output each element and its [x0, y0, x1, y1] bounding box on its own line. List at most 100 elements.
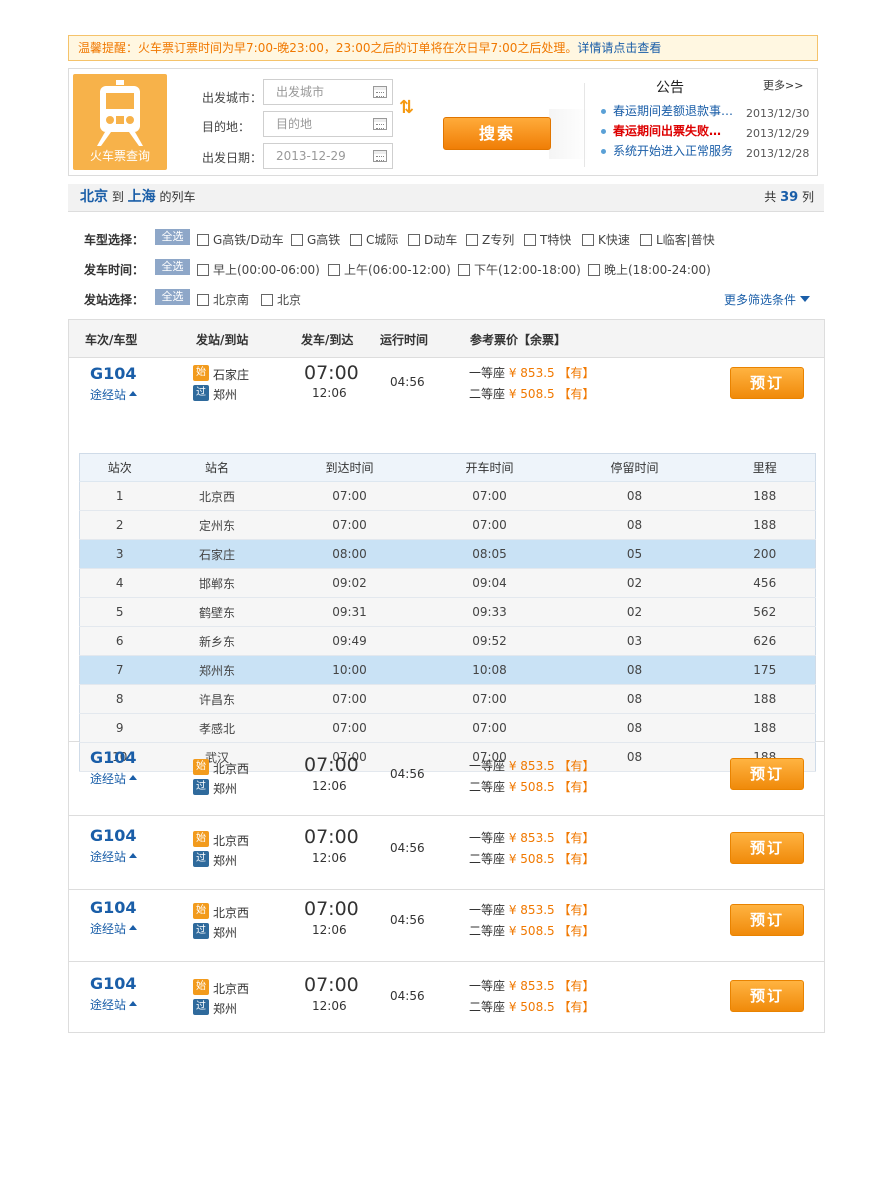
- type-option[interactable]: Z专列: [466, 231, 514, 248]
- announcement-item[interactable]: 春运期间出票失败…: [601, 121, 721, 141]
- train-code[interactable]: G104: [90, 826, 137, 845]
- time-option[interactable]: 早上(00:00-06:00): [197, 261, 320, 278]
- option-label: 下午(12:00-18:00): [474, 263, 581, 277]
- arrive-time: 12:06: [312, 923, 347, 937]
- stop-cell-stay: 02: [554, 597, 715, 627]
- from-city-input[interactable]: 出发城市: [263, 79, 393, 105]
- stop-cell-name: 许昌东: [159, 684, 275, 714]
- calendar-icon[interactable]: [373, 86, 387, 98]
- book-button[interactable]: 预订: [730, 832, 804, 864]
- type-select-all-button[interactable]: 全选: [155, 229, 190, 245]
- via-stations-toggle[interactable]: 途经站: [90, 770, 137, 787]
- time-option[interactable]: 下午(12:00-18:00): [458, 261, 581, 278]
- list-header: 车次/车型 发站/到站 发车/到达 运行时间 参考票价【余票】: [69, 320, 824, 358]
- book-button[interactable]: 预订: [730, 904, 804, 936]
- seat-second: 二等座 ¥ 508.5 【有】: [469, 998, 595, 1015]
- seat-second: 二等座 ¥ 508.5 【有】: [469, 778, 595, 795]
- result-count: 共 39 列: [764, 184, 814, 211]
- stop-cell-name: 新乡东: [159, 626, 275, 656]
- result-suffix: 的列车: [159, 190, 196, 204]
- stop-cell-name: 邯郸东: [159, 568, 275, 598]
- swap-icon[interactable]: ⇅: [399, 97, 414, 118]
- stops-body: 1 北京西 07:00 07:00 08 188 2 定州东 07:00 07:00 08 188 3 石…: [79, 481, 816, 772]
- stop-row: 6 新乡东 09:49 09:52 03 626: [79, 626, 816, 656]
- time-select-all-button[interactable]: 全选: [155, 259, 190, 275]
- type-option[interactable]: G高铁: [291, 231, 340, 248]
- checkbox[interactable]: [328, 263, 340, 276]
- checkbox[interactable]: [640, 233, 652, 246]
- duration: 04:56: [390, 375, 425, 389]
- checkbox[interactable]: [197, 263, 209, 276]
- station-filter-label: 发站选择：: [84, 293, 145, 307]
- seat-price: ¥ 853.5: [508, 979, 555, 993]
- type-option[interactable]: G高铁/D动车: [197, 231, 284, 248]
- via-stations-toggle[interactable]: 途经站: [90, 848, 137, 865]
- stop-row: 9 孝感北 07:00 07:00 08 188: [79, 713, 816, 743]
- station-option[interactable]: 北京: [261, 291, 301, 308]
- more-filters-link[interactable]: 更多筛选条件: [724, 291, 810, 308]
- date-input[interactable]: 2013-12-29: [263, 143, 393, 169]
- checkbox[interactable]: [582, 233, 594, 246]
- option-label: L临客|普快: [656, 233, 715, 247]
- stop-cell-no: 2: [79, 510, 160, 540]
- from-city: 北京: [80, 189, 108, 205]
- to-label: 目的地：: [202, 120, 251, 134]
- book-button[interactable]: 预订: [730, 980, 804, 1012]
- checkbox[interactable]: [524, 233, 536, 246]
- checkbox[interactable]: [458, 263, 470, 276]
- station-option[interactable]: 北京南: [197, 291, 249, 308]
- announcement-item[interactable]: 系统开始进入正常服务: [601, 141, 733, 161]
- stop-cell-km: 188: [714, 510, 816, 540]
- calendar-icon[interactable]: [373, 150, 387, 162]
- start-badge: 始: [193, 831, 209, 847]
- to-city-input[interactable]: 目的地: [263, 111, 393, 137]
- book-button[interactable]: 预订: [730, 758, 804, 790]
- via-stations-toggle[interactable]: 途经站: [90, 920, 137, 937]
- seat-first: 一等座 ¥ 853.5 【有】: [469, 757, 595, 774]
- checkbox[interactable]: [197, 293, 209, 306]
- checkbox[interactable]: [291, 233, 303, 246]
- notice-label: 温馨提醒：: [78, 41, 139, 55]
- announcement-title: 公告: [656, 80, 684, 96]
- via-stations-toggle[interactable]: 途经站: [90, 996, 137, 1013]
- time-option[interactable]: 上午(06:00-12:00): [328, 261, 451, 278]
- seat-price: ¥ 508.5: [508, 780, 555, 794]
- seat-second: 二等座 ¥ 508.5 【有】: [469, 922, 595, 939]
- depart-time: 07:00: [304, 754, 359, 776]
- end-station: 郑州: [213, 926, 238, 940]
- book-button[interactable]: 预订: [730, 367, 804, 399]
- checkbox[interactable]: [466, 233, 478, 246]
- type-option[interactable]: K快速: [582, 231, 630, 248]
- seat-name: 一等座: [469, 903, 506, 917]
- seat-availability: 【有】: [558, 831, 595, 845]
- type-option[interactable]: D动车: [408, 231, 457, 248]
- announcement-more-link[interactable]: 更多>>: [763, 77, 803, 93]
- depart-time: 07:00: [304, 362, 359, 384]
- stop-cell-stay: 08: [554, 684, 715, 714]
- type-option[interactable]: C城际: [350, 231, 398, 248]
- stop-cell-arr: 07:00: [274, 713, 425, 743]
- checkbox[interactable]: [197, 233, 209, 246]
- logo-label: 火车票查询: [89, 149, 150, 163]
- checkbox[interactable]: [350, 233, 362, 246]
- stop-cell-dep: 09:04: [424, 568, 555, 598]
- time-option[interactable]: 晚上(18:00-24:00): [588, 261, 711, 278]
- search-button[interactable]: 搜索: [443, 117, 551, 150]
- train-code[interactable]: G104: [90, 364, 137, 383]
- announcement-item[interactable]: 春运期间差额退款事…: [601, 101, 733, 121]
- calendar-icon[interactable]: [373, 118, 387, 130]
- train-code[interactable]: G104: [90, 898, 137, 917]
- via-stations-toggle[interactable]: 途经站: [90, 386, 137, 403]
- notice-detail-link[interactable]: 详情请点击查看: [577, 41, 661, 55]
- stops-header: 到达时间: [274, 453, 425, 482]
- seat-name: 二等座: [469, 780, 506, 794]
- train-code[interactable]: G104: [90, 748, 137, 767]
- checkbox[interactable]: [408, 233, 420, 246]
- station-select-all-button[interactable]: 全选: [155, 289, 190, 305]
- type-option[interactable]: T特快: [524, 231, 571, 248]
- start-station: 北京西: [213, 906, 250, 920]
- type-option[interactable]: L临客|普快: [640, 231, 715, 248]
- train-code[interactable]: G104: [90, 974, 137, 993]
- checkbox[interactable]: [261, 293, 273, 306]
- checkbox[interactable]: [588, 263, 600, 276]
